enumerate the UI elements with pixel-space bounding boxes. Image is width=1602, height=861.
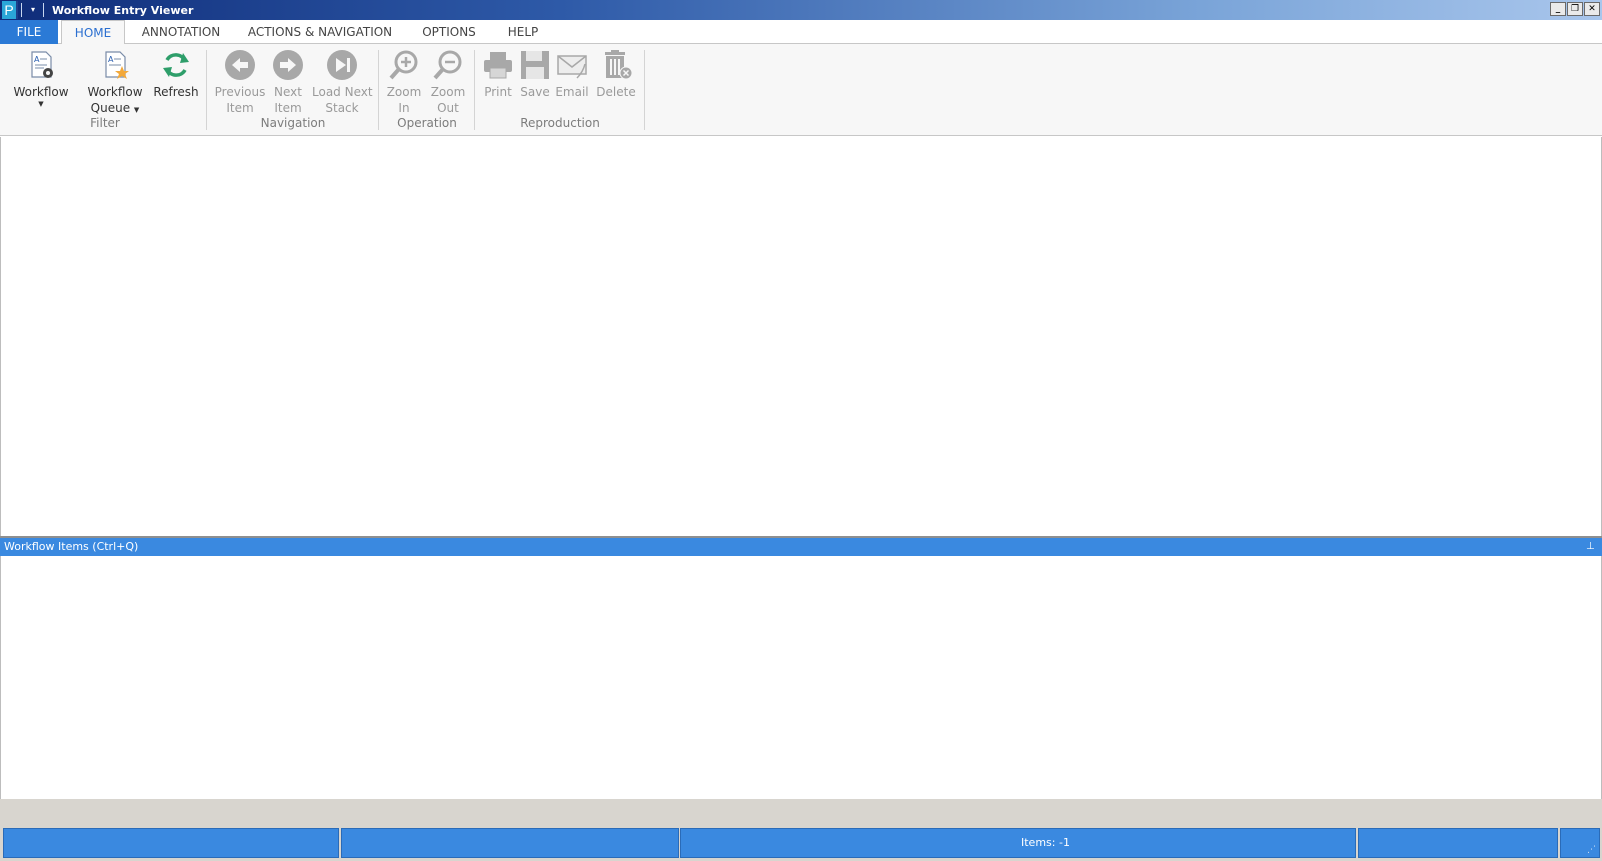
zoom-in-label-line1: Zoom — [386, 85, 422, 99]
minimize-button[interactable]: _ — [1550, 2, 1566, 16]
workflow-queue-label-line1: Workflow — [87, 85, 143, 99]
group-separator — [644, 50, 645, 130]
tab-home[interactable]: HOME — [61, 20, 125, 45]
ribbon-tabs: FILE HOME ANNOTATION ACTIONS & NAVIGATIO… — [0, 20, 1602, 45]
status-segment — [3, 828, 339, 858]
status-bar: Items: -1 ⋰ — [0, 826, 1602, 861]
print-label: Print — [484, 85, 512, 99]
group-separator — [206, 50, 207, 130]
tab-actions-navigation[interactable]: ACTIONS & NAVIGATION — [245, 20, 395, 44]
envelope-icon — [557, 55, 587, 79]
tab-file[interactable]: FILE — [0, 20, 58, 44]
workflow-button[interactable]: A Workflow ▼ — [10, 48, 72, 108]
window-title: Workflow Entry Viewer — [52, 3, 194, 17]
status-items-count: Items: -1 — [680, 828, 1356, 858]
zoom-in-icon — [389, 50, 418, 80]
load-next-icon — [327, 50, 357, 80]
printer-icon — [484, 52, 512, 79]
email-button[interactable]: Email — [552, 48, 592, 100]
trash-icon — [605, 50, 633, 80]
refresh-button[interactable]: Refresh — [152, 48, 200, 100]
ribbon-home: A Workflow ▼ A Workflow Queue ▼ Refresh — [0, 44, 1602, 136]
load-next-stack-button[interactable]: Load Next Stack — [312, 48, 373, 116]
save-label: Save — [520, 85, 550, 99]
load-next-label-line1: Load Next — [312, 85, 373, 99]
pin-icon[interactable]: ⊥ — [1586, 538, 1596, 556]
zoom-in-button[interactable]: Zoom In — [384, 48, 424, 116]
status-segment: ⋰ — [1560, 828, 1600, 858]
app-icon[interactable]: P — [2, 1, 18, 19]
delete-button[interactable]: Delete — [594, 48, 638, 100]
tab-options[interactable]: OPTIONS — [414, 20, 484, 44]
previous-item-label-line1: Previous — [214, 85, 266, 99]
svg-text:A: A — [108, 55, 114, 64]
pane-footer-band — [0, 799, 1602, 826]
group-label-filter: Filter — [90, 116, 120, 130]
status-segment — [1358, 828, 1558, 858]
next-item-button[interactable]: Next Item — [268, 48, 308, 116]
zoom-out-icon — [433, 50, 462, 80]
zoom-out-button[interactable]: Zoom Out — [428, 48, 468, 116]
restore-button[interactable]: ❐ — [1567, 2, 1583, 16]
previous-item-label-line2: Item — [226, 101, 254, 115]
quick-access-separator — [21, 3, 22, 17]
email-label: Email — [555, 85, 589, 99]
workflow-settings-icon: A — [31, 51, 53, 78]
document-viewer-area[interactable] — [0, 137, 1602, 536]
status-segment — [341, 828, 679, 858]
group-label-navigation: Navigation — [260, 116, 326, 130]
previous-item-button[interactable]: Previous Item — [212, 48, 268, 116]
refresh-icon — [163, 53, 189, 77]
floppy-disk-icon — [521, 51, 549, 79]
zoom-out-label-line1: Zoom — [430, 85, 466, 99]
zoom-out-label-line2: Out — [437, 101, 459, 115]
svg-text:A: A — [34, 55, 40, 64]
workflow-items-pane-title: Workflow Items (Ctrl+Q) — [4, 540, 139, 553]
quick-access-separator — [43, 3, 44, 17]
items-count-text: Items: -1 — [1021, 836, 1070, 849]
previous-arrow-icon — [225, 50, 255, 80]
workflow-queue-star-icon: A — [105, 51, 129, 79]
zoom-in-label-line2: In — [398, 101, 410, 115]
refresh-label: Refresh — [153, 85, 199, 99]
workflow-items-pane-header[interactable]: Workflow Items (Ctrl+Q) ⊥ — [0, 538, 1602, 556]
group-label-operation: Operation — [397, 116, 457, 130]
load-next-label-line2: Stack — [325, 101, 359, 115]
quick-access-dropdown-icon[interactable]: ▾ — [26, 3, 40, 17]
tab-annotation[interactable]: ANNOTATION — [138, 20, 224, 44]
next-item-label-line1: Next — [274, 85, 302, 99]
save-button[interactable]: Save — [515, 48, 555, 100]
resize-grip-icon[interactable]: ⋰ — [1587, 845, 1597, 855]
tab-help[interactable]: HELP — [500, 20, 546, 44]
close-button[interactable]: ✕ — [1584, 2, 1600, 16]
workflow-items-list[interactable] — [0, 556, 1602, 799]
next-arrow-icon — [273, 50, 303, 80]
title-bar[interactable]: P ▾ Workflow Entry Viewer _ ❐ ✕ — [0, 0, 1602, 20]
workflow-button-label: Workflow — [13, 85, 69, 99]
window-controls: _ ❐ ✕ — [1550, 2, 1600, 16]
delete-label: Delete — [596, 85, 636, 99]
chevron-down-icon: ▼ — [38, 100, 44, 108]
group-separator — [378, 50, 379, 130]
print-button[interactable]: Print — [478, 48, 518, 100]
group-label-reproduction: Reproduction — [520, 116, 600, 130]
group-separator — [474, 50, 475, 130]
next-item-label-line2: Item — [274, 101, 302, 115]
workflow-queue-button[interactable]: A Workflow Queue ▼ — [84, 48, 146, 118]
